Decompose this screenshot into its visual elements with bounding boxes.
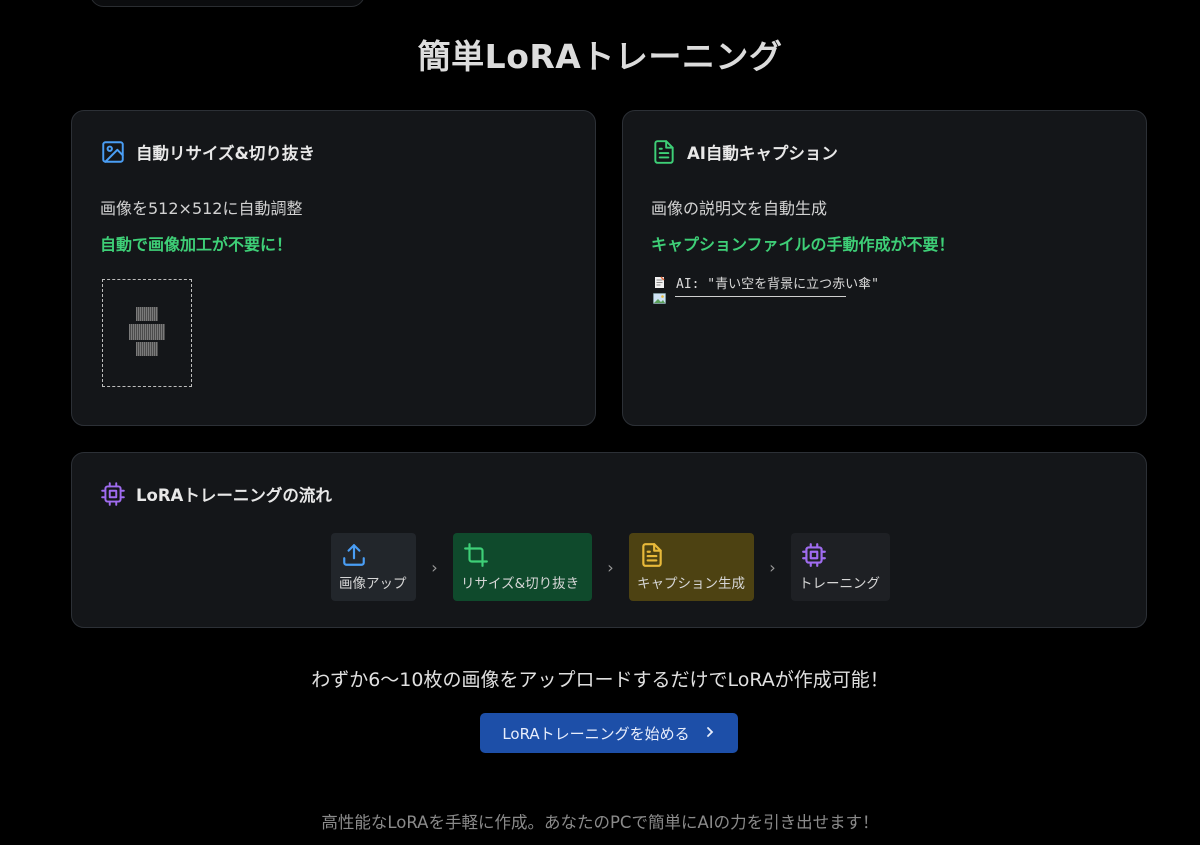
feature-card-caption: AI自動キャプション 画像の説明文を自動生成 キャプションファイルの手動作成が不… — [622, 110, 1147, 426]
feature-title: AI自動キャプション — [687, 144, 838, 163]
upload-icon — [341, 542, 367, 568]
cpu-icon — [801, 542, 827, 568]
workflow-title: LoRAトレーニングの流れ — [136, 486, 332, 505]
feature-highlight: 自動で画像加工が不要に！ — [100, 235, 293, 254]
step-label: キャプション生成 — [637, 576, 745, 592]
feature-card-header: 自動リサイズ&切り抜き — [100, 139, 315, 165]
chevron-right-icon: › — [431, 557, 438, 577]
workflow-header: LoRAトレーニングの流れ — [100, 481, 332, 507]
step-label: トレーニング — [799, 576, 880, 592]
pixel-block — [136, 307, 158, 321]
caption-sample-row: AI: "青い空を背景に立つ赤い傘" — [653, 273, 879, 292]
feature-title: 自動リサイズ&切り抜き — [136, 144, 315, 163]
workflow-card: LoRAトレーニングの流れ 画像アップ › リサイズ&切り抜き › キャプション… — [71, 452, 1147, 628]
cpu-icon — [100, 481, 126, 507]
pixel-block — [129, 324, 165, 340]
start-training-button[interactable]: LoRAトレーニングを始める — [480, 713, 738, 753]
page-title: 簡単LoRAトレーニング — [417, 37, 783, 76]
chevron-right-icon: › — [607, 557, 614, 577]
footer-text: 高性能なLoRAを手軽に作成。あなたのPCで簡単にAIの力を引き出せます！ — [321, 813, 879, 832]
chevron-right-icon — [704, 724, 716, 742]
feature-description: 画像の説明文を自動生成 — [651, 199, 828, 218]
chevron-right-icon: › — [769, 557, 776, 577]
workflow-step-resize: リサイズ&切り抜き — [453, 533, 592, 601]
crop-frame-illustration — [102, 279, 192, 387]
memo-icon — [653, 276, 666, 289]
cta-label: LoRAトレーニングを始める — [502, 724, 690, 743]
workflow-steps: 画像アップ › リサイズ&切り抜き › キャプション生成 › トレーニング — [331, 533, 890, 601]
document-icon — [651, 139, 677, 165]
workflow-step-training: トレーニング — [791, 533, 890, 601]
step-label: リサイズ&切り抜き — [461, 576, 580, 592]
document-icon — [639, 542, 665, 568]
caption-image-row — [653, 292, 666, 305]
feature-card-resize: 自動リサイズ&切り抜き 画像を512×512に自動調整 自動で画像加工が不要に！ — [71, 110, 596, 426]
feature-highlight: キャプションファイルの手動作成が不要！ — [651, 235, 955, 254]
step-label: 画像アップ — [339, 576, 407, 592]
image-icon — [100, 139, 126, 165]
crop-icon — [463, 542, 489, 568]
sample-caption: AI: "青い空を背景に立つ赤い傘" — [676, 277, 879, 292]
pixel-block — [136, 342, 158, 356]
caption-underline — [675, 296, 846, 297]
picture-icon — [653, 292, 666, 305]
workflow-step-caption: キャプション生成 — [629, 533, 754, 601]
tagline: わずか6〜10枚の画像をアップロードするだけでLoRAが作成可能！ — [311, 669, 889, 691]
feature-description: 画像を512×512に自動調整 — [100, 199, 303, 218]
feature-card-header: AI自動キャプション — [651, 139, 838, 165]
top-nav-pill — [90, 0, 365, 7]
workflow-step-upload: 画像アップ — [331, 533, 416, 601]
